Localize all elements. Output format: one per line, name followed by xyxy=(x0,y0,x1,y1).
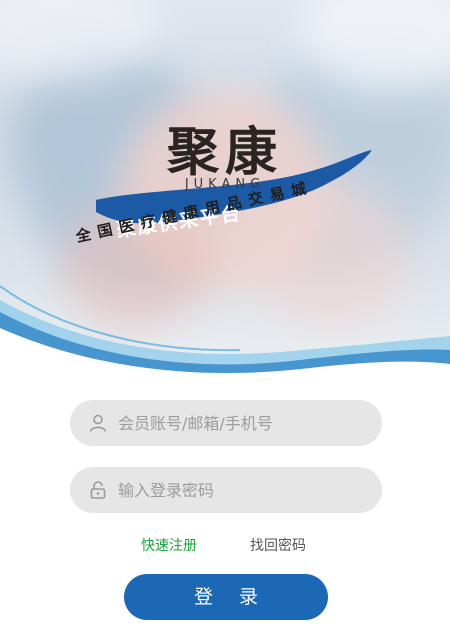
brand-title: 聚康 xyxy=(166,122,283,183)
register-link[interactable]: 快速注册 xyxy=(141,535,197,555)
hero-banner: 聚康 JUKANG 聚康供采平台 全国医疗健康用品交易城 xyxy=(0,0,450,390)
account-input[interactable] xyxy=(118,400,368,446)
login-button[interactable]: 登 录 xyxy=(124,574,328,620)
lock-icon xyxy=(88,480,108,500)
brand-subtitle: JUKANG xyxy=(184,177,266,192)
password-field[interactable] xyxy=(70,467,382,513)
user-icon xyxy=(88,413,108,433)
password-input[interactable] xyxy=(118,467,368,513)
forgot-password-link[interactable]: 找回密码 xyxy=(250,535,306,555)
account-field[interactable] xyxy=(70,400,382,446)
